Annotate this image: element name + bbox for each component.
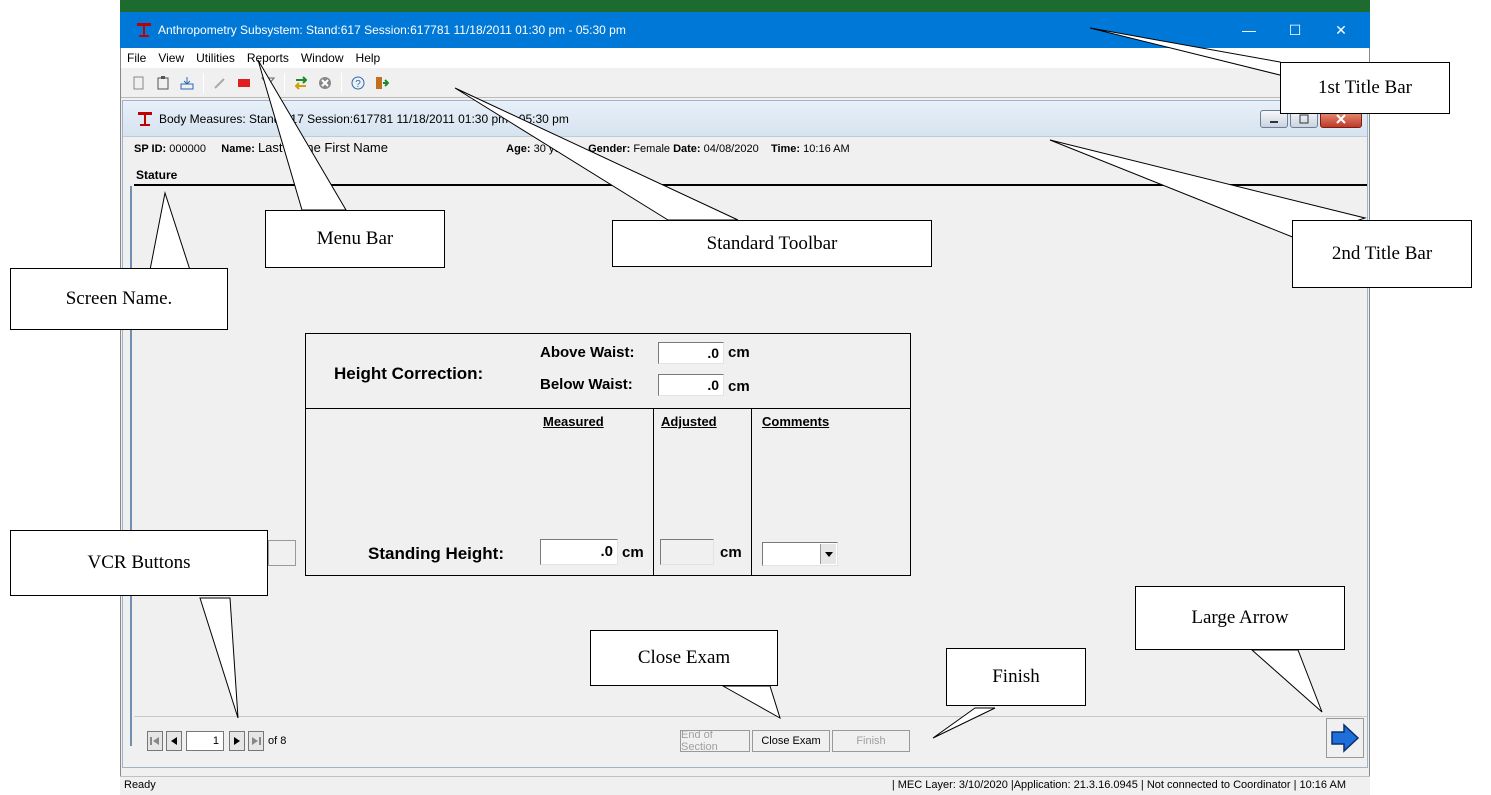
- callout-finish: Finish: [946, 648, 1086, 706]
- callout-menu-bar: Menu Bar: [265, 210, 445, 268]
- callout-standard-toolbar: Standard Toolbar: [612, 220, 932, 267]
- callout-first-title-bar: 1st Title Bar: [1280, 62, 1450, 114]
- callout-close-exam: Close Exam: [590, 630, 778, 686]
- callout-screen-name: Screen Name.: [10, 268, 228, 330]
- callout-large-arrow: Large Arrow: [1135, 586, 1345, 650]
- callout-second-title-bar: 2nd Title Bar: [1292, 220, 1472, 288]
- callout-vcr-buttons: VCR Buttons: [10, 530, 268, 596]
